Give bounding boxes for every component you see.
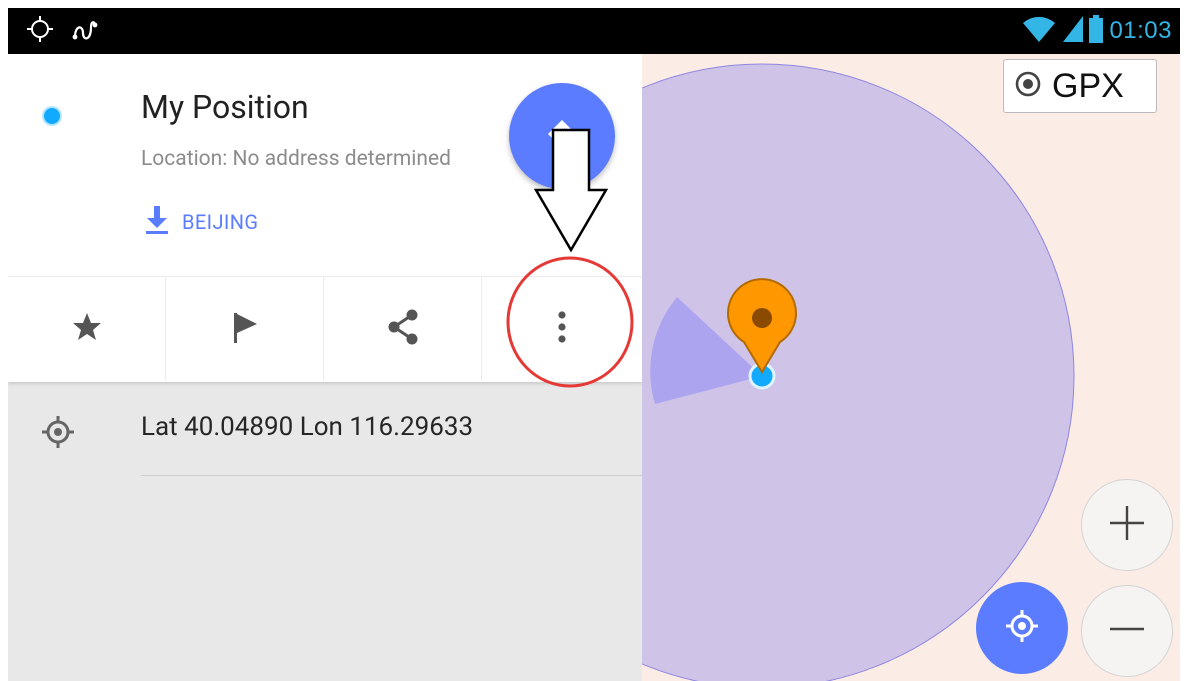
download-map-link[interactable]: BEIJING <box>146 206 258 238</box>
route-track-icon <box>72 15 98 47</box>
location-title: My Position <box>141 88 309 126</box>
directions-button[interactable] <box>509 83 615 189</box>
flag-icon <box>232 311 258 347</box>
location-card: My Position Location: No address determi… <box>8 54 642 276</box>
gpx-toggle[interactable]: GPX <box>1003 59 1157 113</box>
download-region-label: BEIJING <box>182 210 259 234</box>
favorite-button[interactable] <box>8 277 166 381</box>
map-view[interactable]: GPX <box>642 54 1180 681</box>
coordinates-row[interactable]: Lat 40.04890 Lon 116.29633 <box>8 382 642 478</box>
battery-icon <box>1089 15 1104 47</box>
zoom-in-button[interactable] <box>1081 479 1173 571</box>
status-time: 01:03 <box>1109 17 1172 44</box>
device-screen: 01:03 My Position Location: No address d… <box>8 8 1180 681</box>
crosshair-icon <box>1004 608 1040 648</box>
crosshair-icon <box>40 414 76 454</box>
radio-icon <box>1014 70 1042 102</box>
location-crosshair-icon <box>26 15 54 47</box>
minus-icon <box>1107 609 1147 653</box>
zoom-out-button[interactable] <box>1081 585 1173 677</box>
status-bar: 01:03 <box>8 8 1180 54</box>
signal-icon <box>1063 16 1084 46</box>
location-subtitle: Location: No address determined <box>141 147 451 171</box>
my-location-button[interactable] <box>976 582 1068 674</box>
share-icon <box>386 308 420 350</box>
coordinates-text: Lat 40.04890 Lon 116.29633 <box>141 412 474 442</box>
marker-button[interactable] <box>166 277 324 381</box>
share-button[interactable] <box>324 277 482 381</box>
plus-icon <box>1107 503 1147 547</box>
wifi-icon <box>1021 14 1057 48</box>
location-details-panel: My Position Location: No address determi… <box>8 54 642 681</box>
my-position-dot-icon <box>44 108 60 124</box>
divider <box>141 475 642 476</box>
map-canvas <box>642 63 1075 681</box>
star-icon <box>72 312 102 346</box>
more-vertical-icon <box>557 310 567 348</box>
gpx-label: GPX <box>1052 66 1124 105</box>
more-options-button[interactable] <box>482 277 642 381</box>
action-bar <box>8 276 642 382</box>
download-icon <box>146 206 168 238</box>
directions-icon <box>547 119 577 153</box>
